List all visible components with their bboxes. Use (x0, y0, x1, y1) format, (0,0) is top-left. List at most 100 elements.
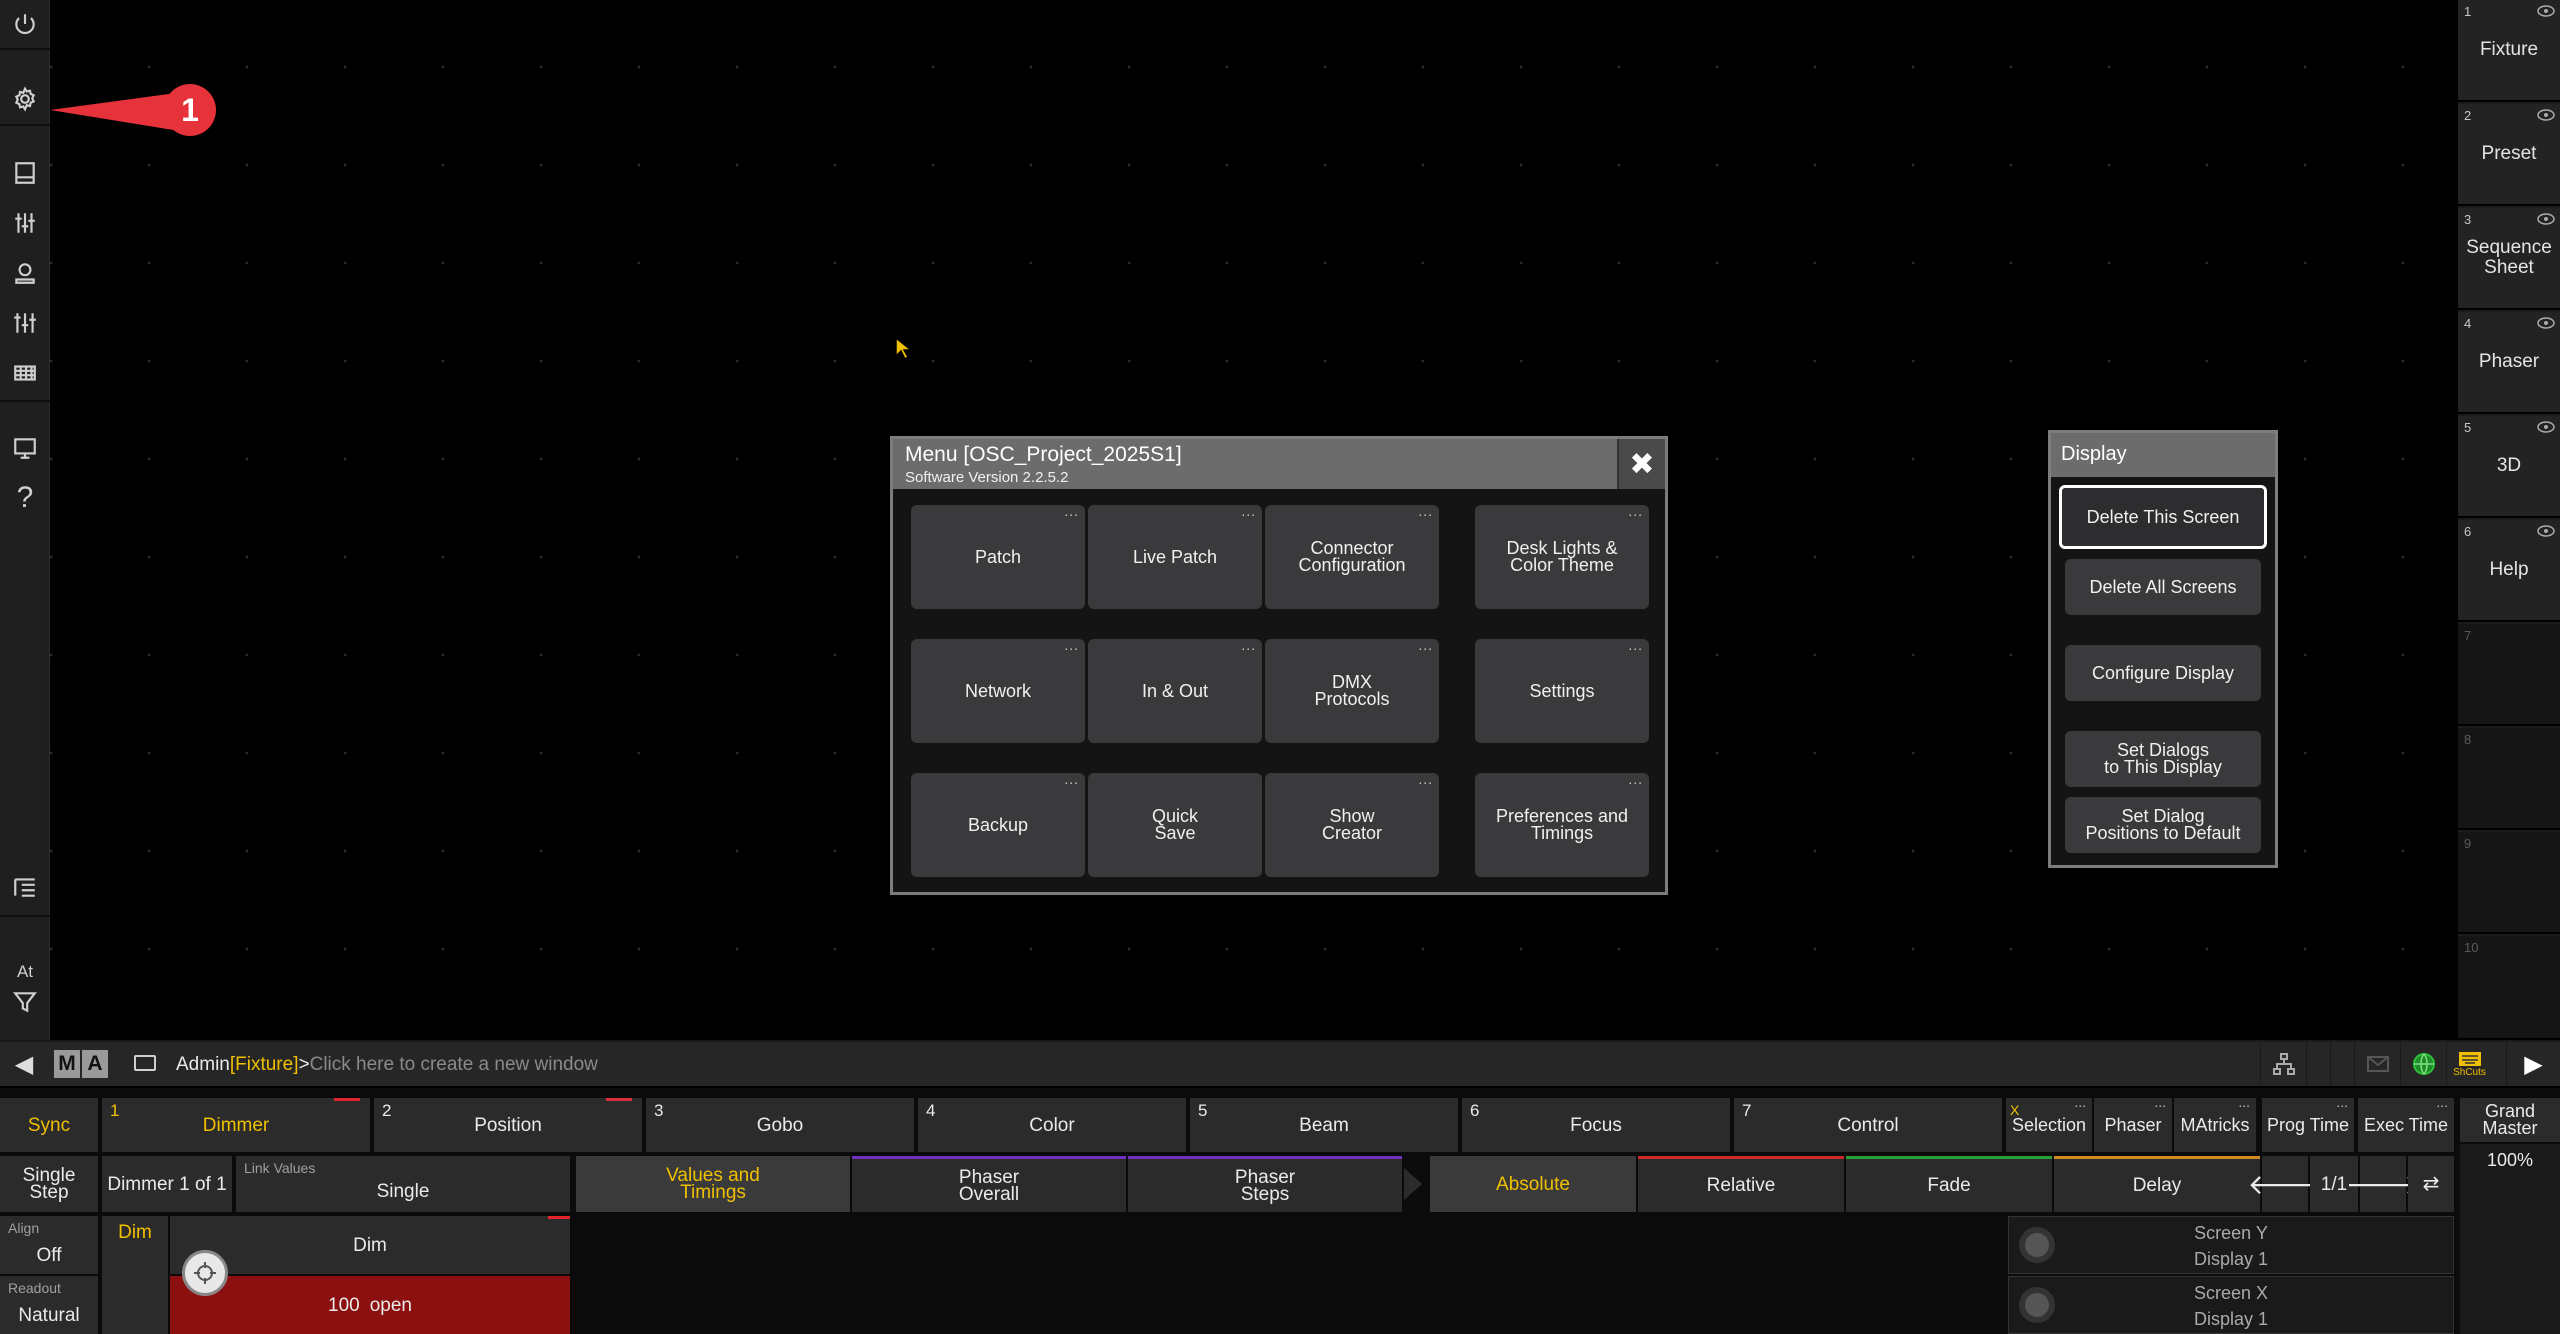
phaser-steps-tab[interactable]: Phaser Steps (1128, 1156, 1402, 1212)
view-empty-8[interactable]: 8 (2458, 728, 2560, 830)
encoder-screen-x[interactable]: Screen X Display 1 (2008, 1276, 2454, 1334)
list-button[interactable] (0, 865, 50, 909)
globe-button[interactable] (2400, 1042, 2446, 1086)
gear-icon (14, 86, 36, 112)
preferences-and-timings-button[interactable]: ... Preferences and Timings (1475, 771, 1649, 877)
view-help[interactable]: 6 Help (2458, 520, 2560, 622)
view-phaser[interactable]: 4 Phaser (2458, 312, 2560, 414)
crosshair-icon (194, 1262, 216, 1284)
filter-icon (13, 992, 37, 1013)
display-title: Display (2051, 433, 2275, 477)
view-empty-7[interactable]: 7 (2458, 624, 2560, 726)
user-button[interactable] (0, 251, 50, 295)
absolute-mode[interactable]: Absolute (1430, 1156, 1636, 1212)
power-button[interactable] (0, 2, 50, 46)
window-button[interactable] (0, 151, 50, 195)
view-preset[interactable]: 2 Preset (2458, 104, 2560, 206)
prog-time-button[interactable]: ... Prog Time (2262, 1094, 2354, 1152)
user-icon (15, 263, 35, 284)
at-button[interactable]: At (0, 962, 50, 982)
feature-group-position[interactable]: 2 Position (374, 1098, 642, 1152)
set-dialog-positions-to-default-button[interactable]: Set Dialog Positions to Default (2065, 797, 2261, 853)
display-button[interactable] (0, 426, 50, 470)
view-3d[interactable]: 5 3D (2458, 416, 2560, 518)
feature-group-control[interactable]: 7 Control (1734, 1098, 2002, 1152)
grand-master-fader[interactable]: 100% (2460, 1144, 2560, 1334)
network-button[interactable]: ... Network (911, 637, 1085, 743)
feature-group-dimmer[interactable]: 1 Dimmer (102, 1098, 370, 1152)
feature-group-beam[interactable]: 5 Beam (1190, 1098, 1458, 1152)
align-select[interactable]: Align Off (0, 1216, 98, 1274)
in-and-out-button[interactable]: ... In & Out (1088, 637, 1262, 743)
matricks-button[interactable]: ... MAtricks (2174, 1094, 2256, 1152)
forward-button[interactable]: ▶ (2506, 1042, 2560, 1086)
menu-settings-button[interactable] (0, 77, 50, 121)
faders-button[interactable] (0, 301, 50, 345)
faders-icon (14, 313, 36, 333)
dim-header[interactable]: Dim (170, 1216, 570, 1274)
triangle-right-icon: ▶ (2524, 1050, 2543, 1078)
dimmer-count[interactable]: Dimmer 1 of 1 (102, 1156, 232, 1212)
readout-select[interactable]: Readout Natural (0, 1276, 98, 1334)
relative-mode[interactable]: Relative (1638, 1156, 1844, 1212)
patch-button[interactable]: ... Patch (911, 503, 1085, 609)
book-icon (15, 162, 35, 184)
exec-time-button[interactable]: ... Exec Time (2358, 1094, 2454, 1152)
link-values-select[interactable]: Link Values Single (236, 1156, 570, 1212)
live-patch-button[interactable]: ... Live Patch (1088, 503, 1262, 609)
feature-group-color[interactable]: 4 Color (918, 1098, 1186, 1152)
command-line-input[interactable]: Admin[Fixture]>Click here to create a ne… (176, 1054, 598, 1076)
dim-value-cell[interactable]: 100 open (170, 1276, 570, 1334)
encoder-touch-button[interactable] (182, 1250, 228, 1296)
swap-icon: ⇄ (2422, 1172, 2440, 1195)
values-and-timings-tab[interactable]: Values and Timings (576, 1156, 850, 1212)
selection-button[interactable]: X... Selection (2006, 1094, 2092, 1152)
fade-mode[interactable]: Fade (1846, 1156, 2052, 1212)
close-icon: ✖ (1629, 447, 1655, 481)
filter-button[interactable] (0, 980, 50, 1024)
backup-button[interactable]: ... Backup (911, 771, 1085, 877)
show-creator-button[interactable]: ... Show Creator (1265, 771, 1439, 877)
right-sidebar-views: 1 Fixture 2 Preset 3 Sequence Sheet 4 Phaser… (2458, 0, 2560, 1040)
set-dialogs-to-this-display-button[interactable]: Set Dialogs to This Display (2065, 731, 2261, 787)
network-topology-button[interactable] (2260, 1042, 2306, 1086)
dim-attribute-tab[interactable]: Dim (102, 1216, 168, 1334)
quick-save-button[interactable]: Quick Save (1088, 773, 1262, 877)
phaser-overall-tab[interactable]: Phaser Overall (852, 1156, 1126, 1212)
keyboard-icon[interactable] (134, 1055, 156, 1071)
menu-dialog: Menu [OSC_Project_2025S1] Software Versi… (890, 436, 1668, 895)
phaser-button[interactable]: ... Phaser (2094, 1094, 2172, 1152)
page-back-button[interactable]: 🡐 (2247, 1156, 2323, 1212)
delay-mode[interactable]: Delay (2054, 1156, 2260, 1212)
help-icon: ? (16, 481, 34, 514)
settings-button[interactable]: ... Settings (1475, 637, 1649, 743)
keyboard-icon (2458, 1051, 2481, 1066)
shortcuts-label: ShCuts (2453, 1066, 2486, 1078)
delete-all-screens-button[interactable]: Delete All Screens (2065, 559, 2261, 615)
sync-button[interactable]: Sync (0, 1098, 98, 1152)
encoder-screen-y[interactable]: Screen Y Display 1 (2008, 1216, 2454, 1274)
dmx-protocols-button[interactable]: ... DMX Protocols (1265, 637, 1439, 743)
view-fixture[interactable]: 1 Fixture (2458, 0, 2560, 102)
desk-lights-color-theme-button[interactable]: ... Desk Lights & Color Theme (1475, 503, 1649, 609)
message-button[interactable] (2354, 1042, 2400, 1086)
page-forward-button[interactable]: 🡒 (2345, 1156, 2421, 1212)
back-button[interactable]: ◀ (0, 1042, 48, 1086)
delete-this-screen-button[interactable]: Delete This Screen (2059, 485, 2267, 549)
view-empty-10[interactable]: 10 (2458, 936, 2560, 1040)
help-button[interactable]: ? (0, 476, 50, 520)
feature-group-gobo[interactable]: 3 Gobo (646, 1098, 914, 1152)
view-sequence-sheet[interactable]: 3 Sequence Sheet (2458, 208, 2560, 310)
connector-configuration-button[interactable]: ... Connector Configuration (1265, 503, 1439, 609)
close-button[interactable]: ✖ (1617, 439, 1665, 489)
feature-group-focus[interactable]: 6 Focus (1462, 1098, 1730, 1152)
encoder-settings-button[interactable]: ⇄ (2408, 1156, 2454, 1212)
view-empty-9[interactable]: 9 (2458, 832, 2560, 934)
shortcuts-button[interactable]: ShCuts (2446, 1042, 2492, 1086)
spacer (2330, 1042, 2354, 1086)
configure-display-button[interactable]: Configure Display (2065, 645, 2261, 701)
single-step-button[interactable]: Single Step (0, 1156, 98, 1212)
sliders-button[interactable] (0, 201, 50, 245)
globe-icon (2412, 1053, 2435, 1075)
grid-button[interactable] (0, 351, 50, 395)
